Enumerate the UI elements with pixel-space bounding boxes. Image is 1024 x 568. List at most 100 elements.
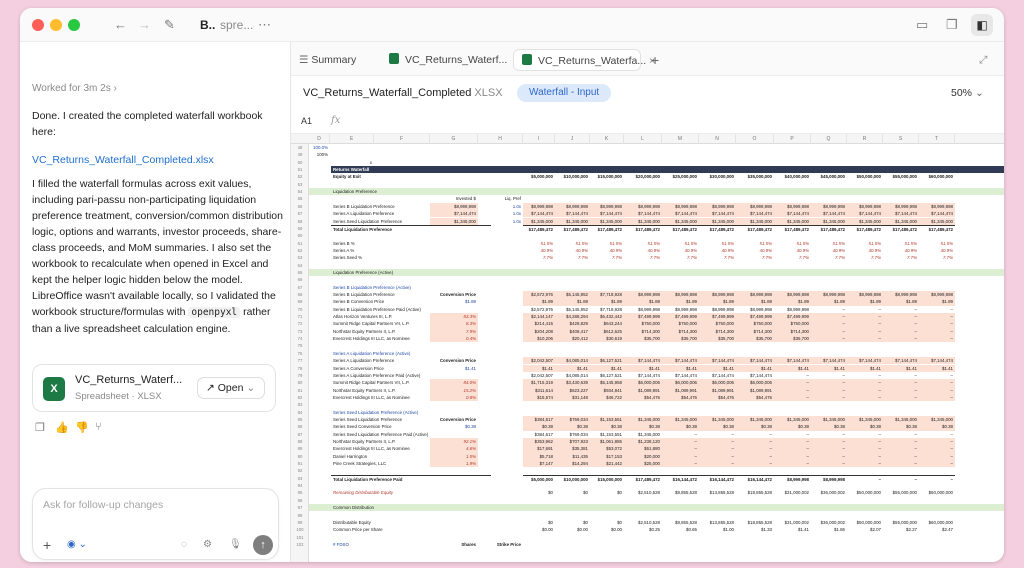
row-number[interactable]: 91: [291, 460, 309, 467]
grid-cell[interactable]: $1.89: [590, 298, 624, 306]
grid-cell[interactable]: $1,345,000: [811, 415, 847, 424]
grid-cell[interactable]: $0.38: [811, 423, 847, 431]
grid-cell[interactable]: $8,999,998: [811, 474, 847, 482]
grid-cell[interactable]: $50,000,000: [847, 519, 883, 526]
row-number[interactable]: 56: [291, 203, 309, 210]
grid-cell[interactable]: $8,999,998: [624, 291, 662, 299]
grid-cell[interactable]: –: [919, 393, 955, 402]
grid-cell[interactable]: $8,999,998: [523, 202, 555, 211]
grid-cell[interactable]: $8,999,998: [662, 291, 699, 299]
grid-cell[interactable]: 51.5%: [811, 240, 847, 247]
grid-cell[interactable]: –: [883, 379, 919, 387]
grid-cell[interactable]: $5,000,000: [523, 173, 555, 180]
grid-cell[interactable]: $5,145,952: [555, 306, 590, 313]
grid-cell[interactable]: 7.7%: [883, 254, 919, 261]
grid-cell[interactable]: 40.9%: [774, 247, 811, 254]
sheet-selector[interactable]: Waterfall - Input: [517, 84, 612, 102]
row-number[interactable]: 61: [291, 240, 309, 247]
grid-cell[interactable]: $1,345,000: [624, 415, 662, 424]
column-header-J[interactable]: J: [555, 134, 590, 144]
grid-cell[interactable]: $17,489,472: [662, 224, 699, 232]
grid-cell[interactable]: $8,999,998: [736, 291, 774, 299]
grid-cell[interactable]: Conversion Price: [430, 416, 478, 423]
grid-cell[interactable]: Conversion Price: [430, 291, 478, 298]
grid-cell[interactable]: $0.38: [774, 423, 811, 431]
grid-cell[interactable]: $0: [590, 519, 624, 526]
grid-cell[interactable]: $8,999,998: [624, 306, 662, 313]
grid-cell[interactable]: 7.7%: [847, 254, 883, 261]
grid-cell[interactable]: $1.41: [523, 364, 555, 372]
grid-cell[interactable]: 51.5%: [590, 240, 624, 247]
grid-cell[interactable]: $18,855,528: [736, 489, 774, 496]
grid-cell[interactable]: Liquidation Preference (Active): [331, 269, 491, 276]
grid-cell[interactable]: $1.89: [774, 298, 811, 306]
grid-cell[interactable]: $1,345,000: [662, 415, 699, 424]
plus-icon[interactable]: +: [43, 537, 51, 553]
grid-cell[interactable]: $40,000,000: [774, 173, 811, 180]
grid-cell[interactable]: –: [736, 452, 774, 461]
grid-cell[interactable]: –: [736, 431, 774, 438]
grid-cell[interactable]: Series Seed %: [331, 254, 491, 261]
grid-cell[interactable]: –: [774, 372, 811, 379]
grid-cell[interactable]: $769,034: [555, 431, 590, 438]
grid-cell[interactable]: $15,574: [523, 393, 555, 402]
grid-cell[interactable]: $934,841: [590, 386, 624, 394]
grid-cell[interactable]: 1.0x: [478, 218, 523, 225]
grid-cell[interactable]: $7,144,474: [736, 210, 774, 218]
grid-cell[interactable]: $0.38: [736, 423, 774, 431]
grid-cell[interactable]: $7,144,474: [662, 357, 699, 365]
expand-icon[interactable]: ⤢: [979, 49, 987, 71]
grid-cell[interactable]: $8,999,998: [811, 291, 847, 299]
grid-cell[interactable]: –: [774, 386, 811, 394]
grid-cell[interactable]: $0: [590, 489, 624, 496]
grid-cell[interactable]: –: [919, 460, 955, 468]
tab-workbook-1[interactable]: VC_Returns_Waterf...: [381, 49, 507, 71]
grid-cell[interactable]: $8,999,998: [699, 202, 736, 211]
grid-cell[interactable]: $61,880: [624, 445, 662, 453]
grid-cell[interactable]: –: [919, 320, 955, 328]
grid-cell[interactable]: –: [736, 438, 774, 446]
grid-cell[interactable]: $714,300: [736, 327, 774, 336]
grid-cell[interactable]: 40.9%: [883, 247, 919, 254]
row-number[interactable]: 60: [291, 232, 309, 239]
grid-cell[interactable]: $2,042,507: [523, 357, 555, 365]
grid-cell[interactable]: –: [774, 452, 811, 461]
grid-cell[interactable]: $35,700: [699, 335, 736, 343]
grid-cell[interactable]: $8,999,998: [662, 306, 699, 313]
grid-cell[interactable]: –: [919, 379, 955, 387]
grid-cell[interactable]: –: [883, 320, 919, 328]
send-button[interactable]: ↑: [253, 535, 273, 555]
grid-cell[interactable]: $1.41: [774, 364, 811, 372]
grid-cell[interactable]: $7,144,474: [919, 357, 955, 365]
grid-cell[interactable]: $0.38: [919, 423, 955, 431]
grid-cell[interactable]: 100%: [309, 151, 330, 158]
grid-cell[interactable]: $0.38: [430, 423, 478, 430]
row-number[interactable]: 62: [291, 247, 309, 254]
grid-cell[interactable]: 7.7%: [555, 254, 590, 261]
grid-cell[interactable]: $17,489,472: [699, 224, 736, 232]
grid-cell[interactable]: $1.41: [774, 526, 811, 533]
grid-cell[interactable]: $1.41: [883, 364, 919, 372]
row-number[interactable]: 68: [291, 291, 309, 298]
grid-cell[interactable]: $2.27: [883, 526, 919, 533]
grid-cell[interactable]: $1.41: [662, 364, 699, 372]
grid-cell[interactable]: $0.65: [662, 526, 699, 533]
grid-cell[interactable]: –: [811, 379, 847, 387]
grid-cell[interactable]: $4,288,294: [555, 313, 590, 321]
grid-cell[interactable]: 51.5%: [883, 240, 919, 247]
grid-cell[interactable]: 51.5%: [847, 240, 883, 247]
grid-cell[interactable]: –: [883, 306, 919, 313]
grid-cell[interactable]: $1,345,000: [883, 415, 919, 424]
row-number[interactable]: 63: [291, 254, 309, 261]
grid-cell[interactable]: $1.41: [736, 364, 774, 372]
grid-cell[interactable]: $714,300: [662, 327, 699, 336]
grid-cell[interactable]: $311,614: [523, 386, 555, 394]
row-number[interactable]: 95: [291, 489, 309, 496]
grid-cell[interactable]: $7,144,474: [736, 357, 774, 365]
grid-cell[interactable]: $0.38: [699, 423, 736, 431]
grid-cell[interactable]: $60,000,000: [919, 489, 955, 496]
grid-cell[interactable]: 7.7%: [523, 254, 555, 261]
grid-cell[interactable]: $0: [523, 489, 555, 496]
row-number[interactable]: 100: [291, 526, 309, 533]
grid-cell[interactable]: $36,000,002: [811, 519, 847, 526]
